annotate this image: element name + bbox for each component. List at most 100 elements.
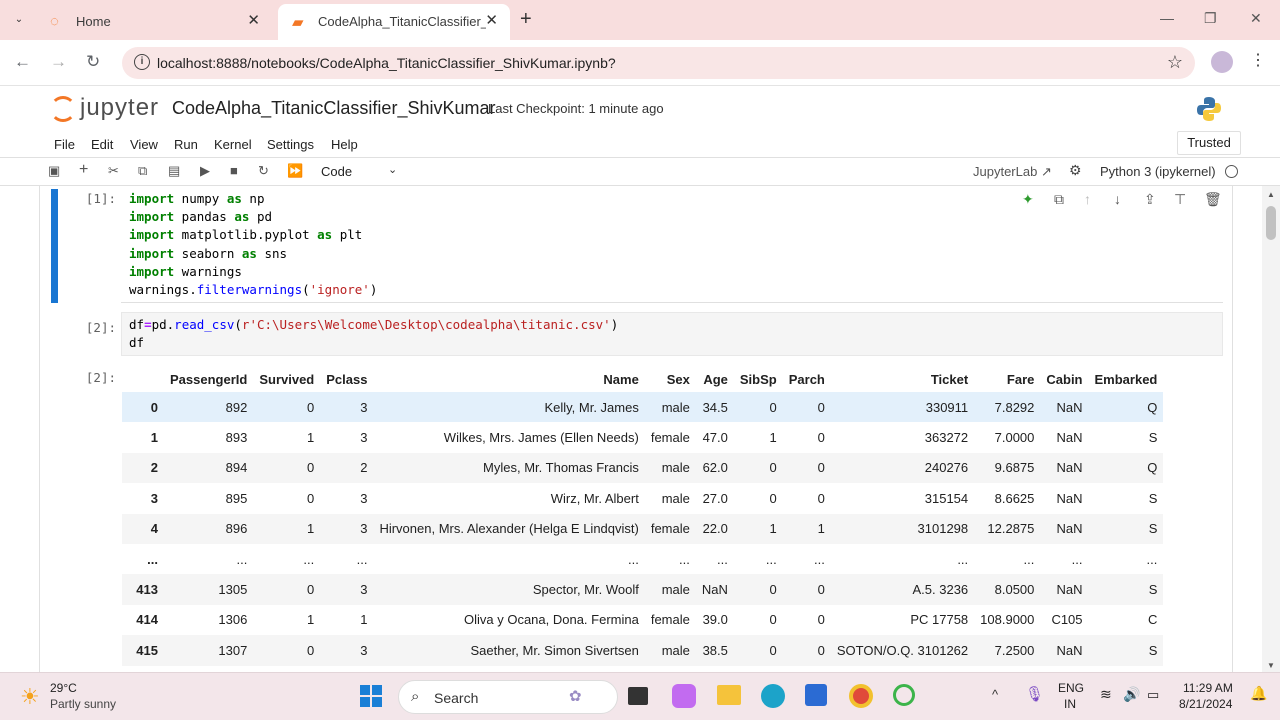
- profile-avatar[interactable]: [1211, 51, 1233, 73]
- chrome-icon[interactable]: [849, 684, 873, 708]
- table-cell: ...: [679, 551, 690, 567]
- table-cell: 1: [817, 521, 825, 537]
- move-down-icon[interactable]: ↓: [1114, 191, 1121, 207]
- table-cell: ...: [356, 551, 368, 567]
- show-hidden-icons[interactable]: ^: [992, 687, 998, 702]
- weather-sun-icon[interactable]: ☀: [20, 684, 40, 710]
- table-cell: NaN: [1056, 582, 1083, 598]
- windows-start-icon[interactable]: [360, 685, 382, 707]
- url-field[interactable]: i localhost:8888/notebooks/CodeAlpha_Tit…: [122, 47, 1195, 79]
- microsoft-store-icon[interactable]: [805, 684, 827, 706]
- edge-browser-icon[interactable]: [761, 684, 785, 708]
- column-header: SibSp: [739, 371, 777, 387]
- move-up-icon[interactable]: ↑: [1084, 191, 1091, 207]
- table-cell: 38.5: [702, 642, 728, 658]
- copy-icon[interactable]: ⧉: [138, 163, 147, 179]
- battery-icon[interactable]: ▭: [1147, 687, 1159, 703]
- task-view-icon[interactable]: [628, 687, 648, 705]
- tab-search-dropdown-button[interactable]: ⌄: [8, 9, 30, 31]
- cut-icon[interactable]: ✂: [108, 163, 119, 179]
- jupyterlab-link[interactable]: JupyterLab ↗: [973, 164, 1052, 180]
- table-cell: NaN: [1056, 521, 1083, 537]
- table-cell: ...: [717, 551, 728, 567]
- tab-label: Home: [76, 14, 111, 29]
- table-cell: 39.0: [702, 612, 728, 628]
- clock-time[interactable]: 11:29 AM: [1183, 681, 1233, 695]
- close-window-icon[interactable]: ✕: [1250, 10, 1262, 27]
- column-header: Survived: [259, 371, 315, 387]
- menu-edit[interactable]: Edit: [91, 137, 113, 152]
- run-all-icon[interactable]: ⏩: [287, 163, 303, 179]
- bookmark-star-icon[interactable]: ☆: [1167, 52, 1183, 73]
- back-icon[interactable]: ←: [14, 52, 31, 72]
- language-top[interactable]: ENG: [1058, 681, 1084, 695]
- trusted-indicator[interactable]: Trusted: [1177, 131, 1241, 155]
- table-cell: NaN: [1056, 430, 1083, 446]
- ai-sparkle-icon[interactable]: ✦: [1022, 191, 1034, 208]
- taskbar-search-field[interactable]: ⌕ Search ✿: [398, 680, 618, 714]
- weather-text[interactable]: Partly sunny: [50, 697, 116, 711]
- copilot-icon[interactable]: [672, 684, 696, 708]
- minimize-icon[interactable]: —: [1160, 10, 1174, 26]
- scroll-up-icon[interactable]: ▲: [1267, 190, 1275, 199]
- duplicate-cell-icon[interactable]: ⧉: [1054, 191, 1064, 208]
- insert-above-icon[interactable]: ⇪: [1144, 191, 1156, 208]
- table-cell: 240276: [924, 460, 969, 476]
- new-tab-button[interactable]: +: [520, 8, 532, 31]
- run-icon[interactable]: ▶: [200, 163, 210, 179]
- clock-date[interactable]: 8/21/2024: [1179, 697, 1232, 711]
- chevron-down-icon[interactable]: ⌄: [388, 163, 397, 176]
- table-cell: 0: [769, 399, 777, 415]
- forward-icon[interactable]: →: [50, 52, 67, 72]
- menu-run[interactable]: Run: [174, 137, 198, 152]
- close-tab-icon[interactable]: ✕: [485, 11, 498, 29]
- kernel-name[interactable]: Python 3 (ipykernel): [1100, 164, 1216, 179]
- tab-notebook[interactable]: ▰ CodeAlpha_TitanicClassifier_ShivKumar …: [278, 4, 510, 40]
- notebook-scrollbar[interactable]: ▲ ▼: [1262, 186, 1280, 672]
- menu-view[interactable]: View: [130, 137, 158, 152]
- kernel-settings-icon[interactable]: ⚙: [1069, 162, 1082, 179]
- tab-home[interactable]: ◌ Home ✕: [36, 4, 272, 40]
- paste-icon[interactable]: ▤: [168, 163, 180, 179]
- notebook-title[interactable]: CodeAlpha_TitanicClassifier_ShivKumar: [172, 98, 495, 119]
- menu-help[interactable]: Help: [331, 137, 358, 152]
- scrollbar-thumb[interactable]: [1266, 206, 1276, 240]
- menu-bar: File Edit View Run Kernel Settings Help …: [0, 130, 1280, 158]
- stop-icon[interactable]: ■: [230, 163, 238, 178]
- menu-kernel[interactable]: Kernel: [214, 137, 252, 152]
- browser-menu-icon[interactable]: ⋮: [1250, 50, 1266, 70]
- notification-bell-icon[interactable]: 🔔: [1250, 685, 1267, 702]
- microphone-icon[interactable]: 🎙: [1025, 685, 1044, 703]
- language-bottom[interactable]: IN: [1064, 697, 1076, 711]
- table-cell: female: [650, 430, 690, 446]
- delete-cell-icon[interactable]: 🗑: [1204, 191, 1222, 208]
- app-circle-icon[interactable]: [893, 684, 915, 706]
- reload-icon[interactable]: ↻: [86, 52, 100, 72]
- table-cell: C: [1148, 612, 1158, 628]
- url-text: localhost:8888/notebooks/CodeAlpha_Titan…: [157, 55, 616, 71]
- volume-icon[interactable]: 🔊: [1123, 686, 1140, 703]
- row-index: 3: [150, 490, 158, 506]
- table-cell: 3: [360, 521, 368, 537]
- scroll-down-icon[interactable]: ▼: [1267, 661, 1275, 670]
- restart-kernel-icon[interactable]: ↻: [258, 163, 269, 179]
- table-row: 414 1306 1 1 Oliva y Ocana, Dona. Fermina fem…: [122, 605, 1163, 635]
- site-info-icon[interactable]: i: [134, 54, 150, 70]
- table-row: 0 892 0 3 Kelly, Mr. James male 34.5 0 0 330911 7.…: [122, 392, 1164, 423]
- table-cell: 3: [360, 490, 368, 506]
- save-icon[interactable]: ▣: [48, 163, 60, 179]
- menu-settings[interactable]: Settings: [267, 137, 314, 152]
- restore-icon[interactable]: ❐: [1204, 10, 1217, 27]
- row-index: 413: [136, 582, 158, 598]
- code-cell-read-csv[interactable]: df=pd.read_csv(r'C:\Users\Welcome\Deskto…: [121, 312, 1223, 356]
- menu-file[interactable]: File: [54, 137, 75, 152]
- table-cell: Saether, Mr. Simon Sivertsen: [470, 642, 639, 658]
- jupyter-wordmark: jupyter: [80, 94, 160, 121]
- wifi-icon[interactable]: ≋: [1100, 686, 1112, 703]
- temperature[interactable]: 29°C: [50, 681, 77, 695]
- cell-type-select[interactable]: Code: [321, 164, 352, 179]
- file-explorer-icon[interactable]: [717, 685, 741, 705]
- close-tab-icon[interactable]: ✕: [247, 11, 260, 29]
- add-cell-icon[interactable]: +: [79, 161, 88, 179]
- insert-below-icon[interactable]: ⊤: [1174, 191, 1186, 208]
